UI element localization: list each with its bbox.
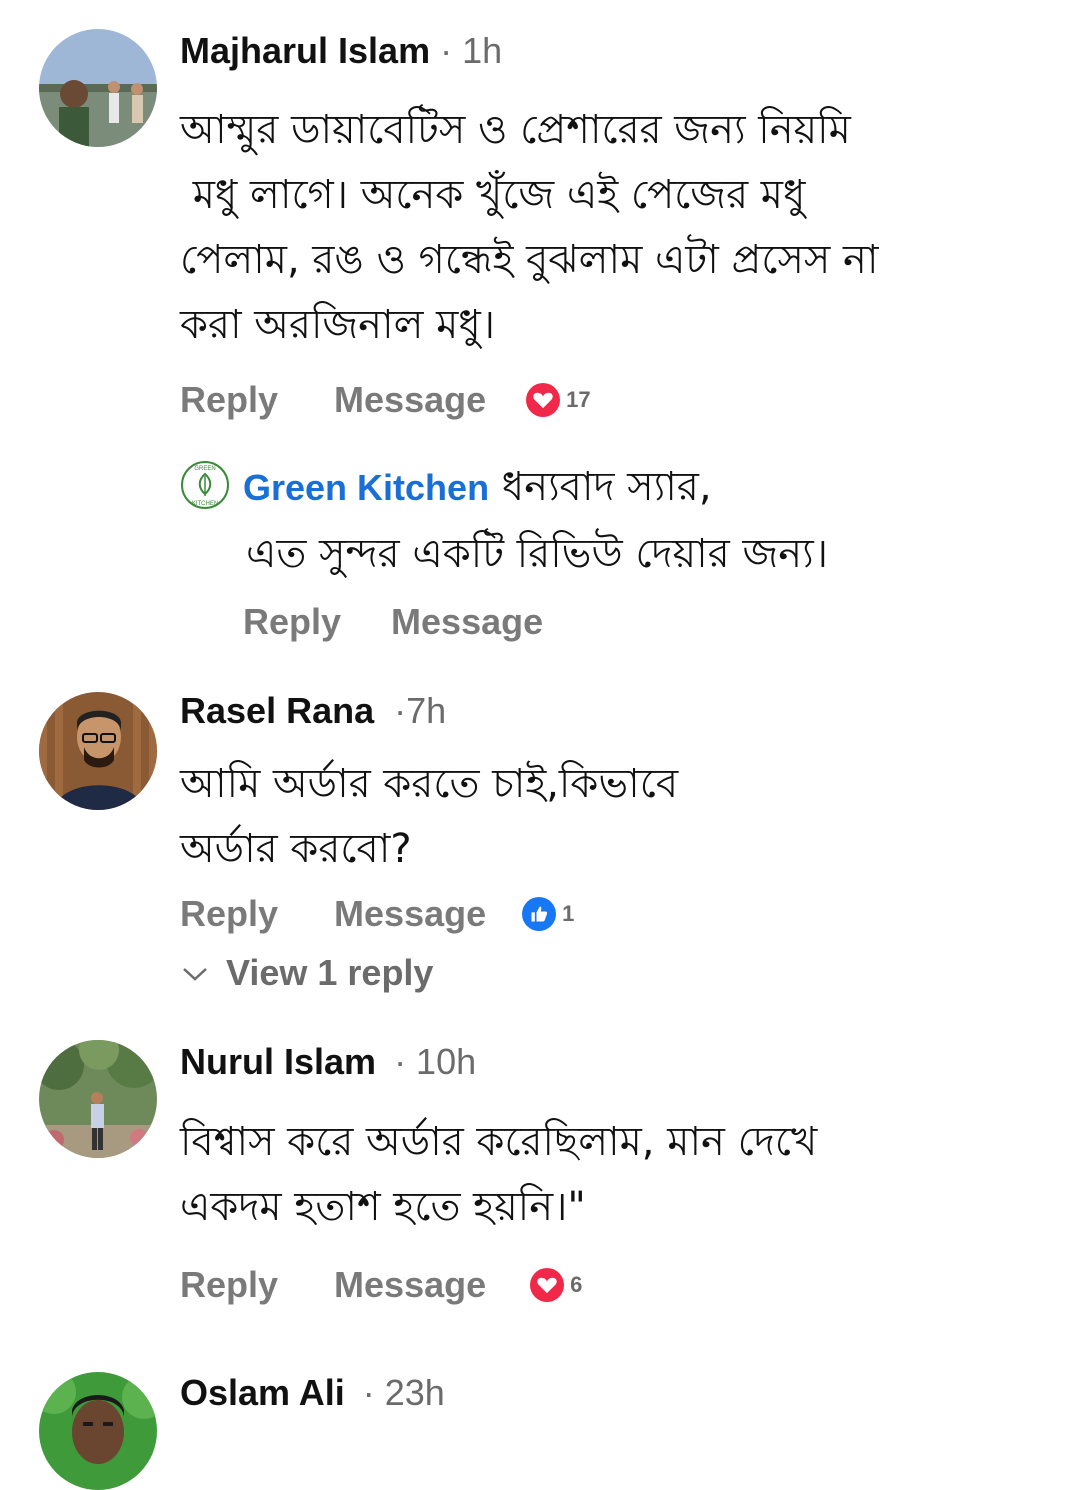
comment-line: পেলাম, রঙ ও গন্ধেই বুঝলাম এটা প্রসেস না	[180, 237, 879, 283]
author-name-text[interactable]: Majharul Islam	[180, 30, 430, 71]
leaf-icon: GREEN KITCHEN	[181, 461, 229, 509]
reply-button[interactable]: Reply	[180, 379, 278, 421]
reply-button[interactable]: Reply	[180, 893, 278, 935]
comment-line: অর্ডার করবো?	[180, 826, 412, 872]
message-button[interactable]: Message	[334, 1264, 486, 1306]
comment-line: বিশ্বাস করে অর্ডার করেছিলাম, মান দেখে	[180, 1119, 818, 1165]
avatar[interactable]	[39, 1040, 157, 1158]
comment-actions: Reply Message 17	[180, 378, 591, 422]
author-name-text[interactable]: Rasel Rana	[180, 690, 374, 731]
heart-icon	[530, 1268, 565, 1302]
author-name[interactable]: Majharul Islam · 1h	[180, 30, 502, 72]
author-name[interactable]: Oslam Ali · 23h	[180, 1372, 445, 1414]
comment-text: আমি অর্ডার করতে চাই,কিভাবে অর্ডার করবো?	[180, 752, 1060, 882]
message-button[interactable]: Message	[334, 379, 486, 421]
logo-text-top: GREEN	[194, 466, 215, 472]
heart-icon	[526, 383, 561, 417]
reply-text-line2: এত সুন্দর একটি রিভিউ দেয়ার জন্য।	[246, 531, 829, 577]
avatar-photo	[39, 29, 157, 147]
page-reply-actions: Reply Message	[243, 600, 583, 644]
comment-line: করা অরজিনাল মধু।	[180, 302, 496, 348]
avatar[interactable]	[39, 692, 157, 810]
logo-text-bottom: KITCHEN	[192, 501, 218, 507]
comment-line: আমি অর্ডার করতে চাই,কিভাবে	[180, 761, 679, 807]
comment-line: একদম হতাশ হতে হয়নি।"	[180, 1184, 586, 1230]
message-button[interactable]: Message	[391, 601, 543, 643]
reaction-summary[interactable]: 1	[522, 897, 574, 931]
reaction-summary[interactable]: 17	[526, 383, 591, 417]
avatar[interactable]	[39, 29, 157, 147]
avatar-photo	[39, 1372, 157, 1490]
timestamp: · 10h	[394, 1041, 477, 1082]
thumbs-up-icon	[522, 897, 557, 931]
green-kitchen-logo[interactable]: GREEN KITCHEN	[180, 460, 230, 510]
reply-text-line1: ধন্যবাদ স্যার,	[489, 464, 712, 510]
page-reply-header: Green Kitchen ধন্যবাদ স্যার,	[243, 455, 712, 522]
reply-button[interactable]: Reply	[180, 1264, 278, 1306]
comment-actions: Reply Message 6	[180, 1263, 582, 1307]
timestamp: · 1h	[440, 30, 503, 71]
author-name-text[interactable]: Oslam Ali	[180, 1372, 345, 1413]
author-name[interactable]: Nurul Islam · 10h	[180, 1041, 476, 1083]
reaction-count: 6	[570, 1272, 583, 1297]
avatar-photo	[39, 1040, 157, 1158]
timestamp: · 23h	[362, 1372, 445, 1413]
view-replies-label[interactable]: View 1 reply	[226, 952, 433, 994]
comment-line: মধু লাগে। অনেক খুঁজে এই পেজের মধু	[180, 172, 806, 218]
reply-button[interactable]: Reply	[243, 601, 341, 643]
message-button[interactable]: Message	[334, 893, 486, 935]
avatar[interactable]	[39, 1372, 157, 1490]
author-name-text[interactable]: Nurul Islam	[180, 1041, 376, 1082]
page-name[interactable]: Green Kitchen	[243, 467, 489, 508]
author-name[interactable]: Rasel Rana ·7h	[180, 690, 446, 732]
view-replies-link[interactable]: View 1 reply	[180, 952, 433, 994]
comment-actions: Reply Message 1	[180, 892, 574, 936]
timestamp: ·7h	[394, 690, 447, 731]
chevron-down-icon	[183, 968, 207, 981]
reaction-count: 1	[562, 901, 575, 926]
comment-line: আম্মুর ডায়াবেটিস ও প্রেশারের জন্য নিয়ম…	[180, 107, 851, 153]
comment-text: বিশ্বাস করে অর্ডার করেছিলাম, মান দেখে এক…	[180, 1110, 1060, 1240]
avatar-photo	[39, 692, 157, 810]
reaction-summary[interactable]: 6	[530, 1268, 582, 1302]
comment-text: আম্মুর ডায়াবেটিস ও প্রেশারের জন্য নিয়ম…	[180, 98, 1060, 358]
reaction-count: 17	[566, 387, 591, 412]
